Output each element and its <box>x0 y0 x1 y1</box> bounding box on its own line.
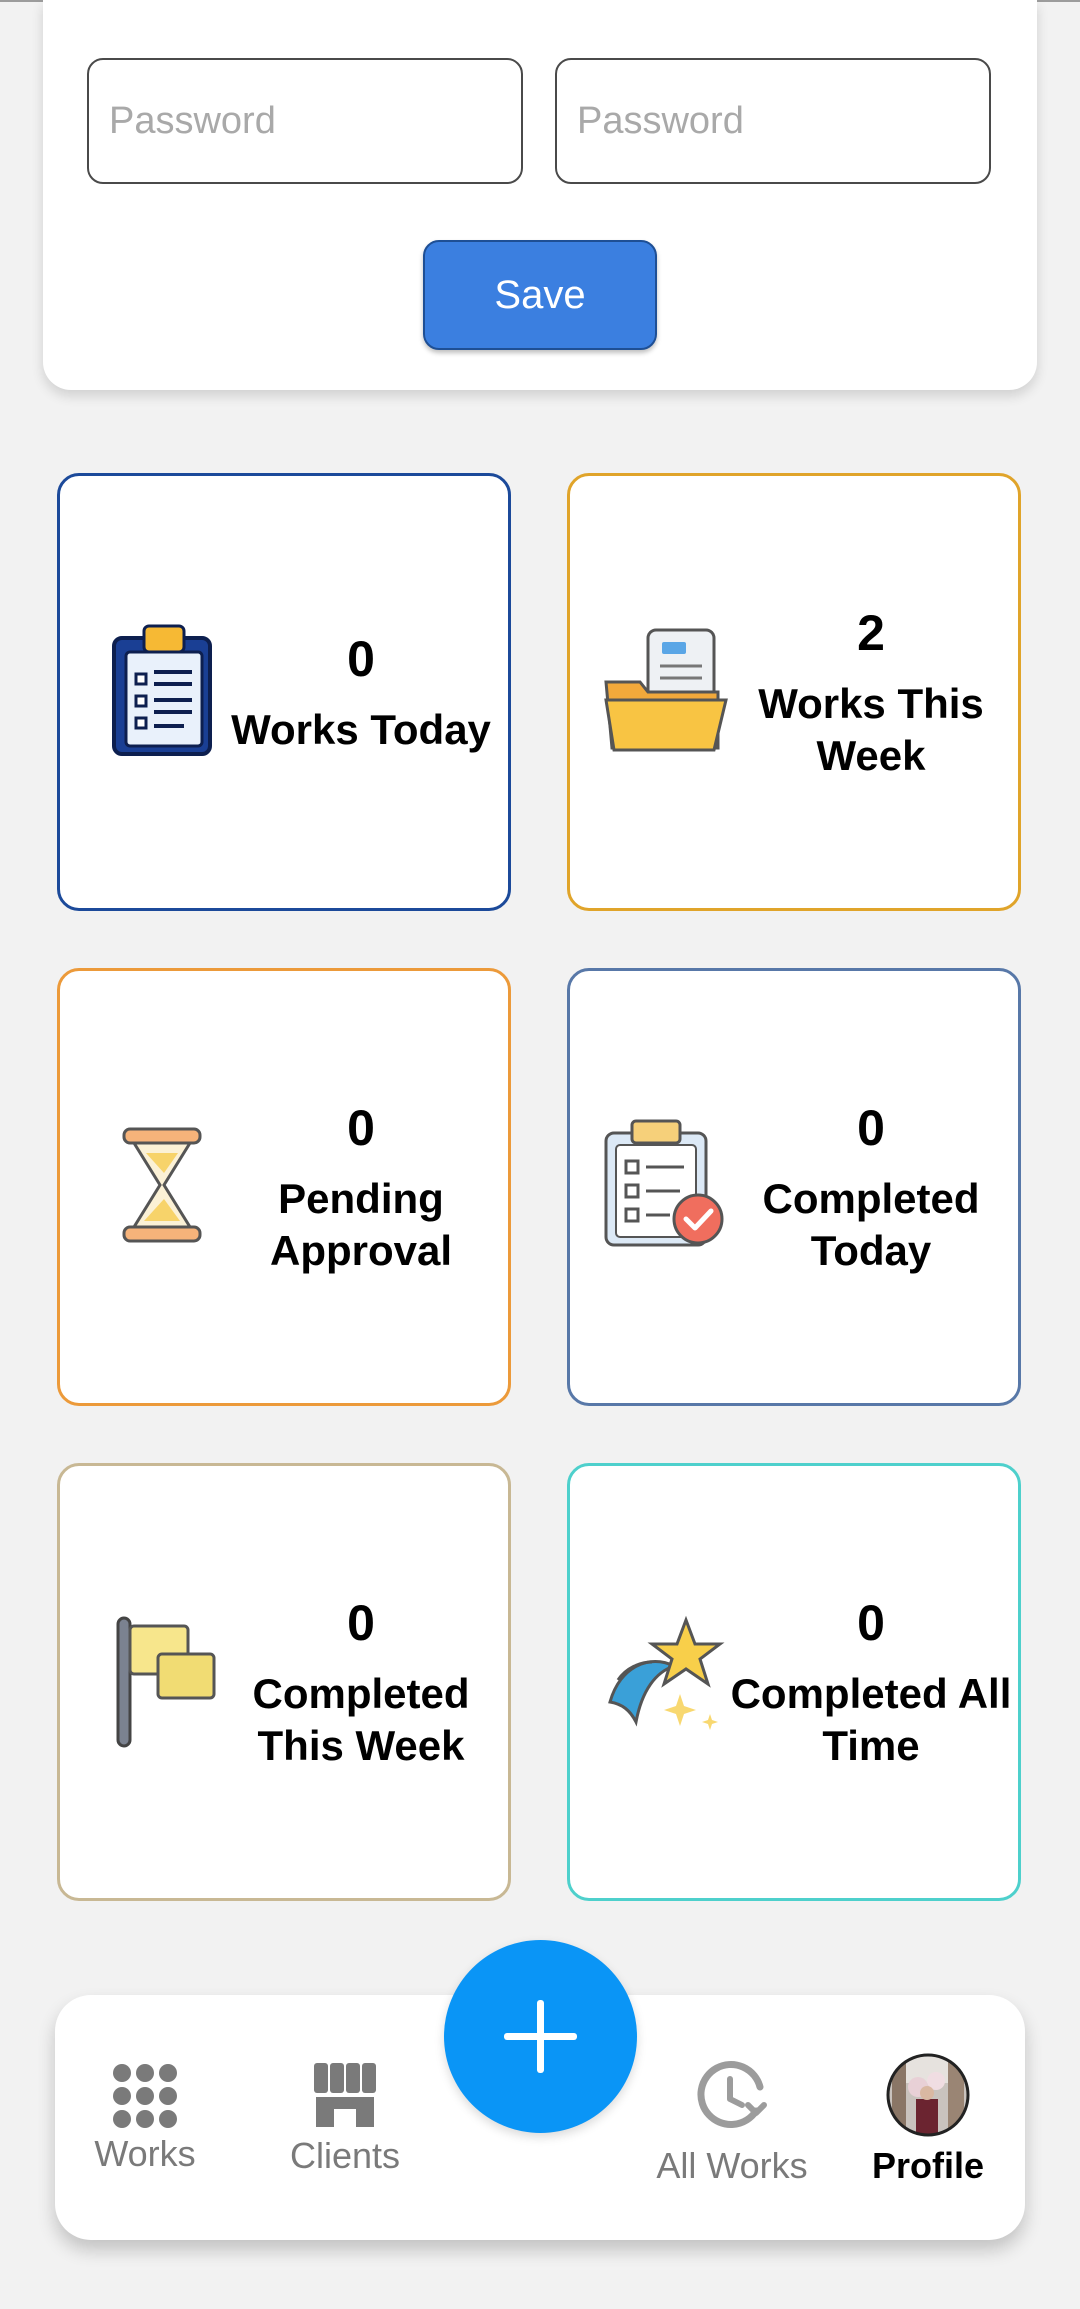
hourglass-icon <box>104 1115 224 1255</box>
stat-card-completed-this-week[interactable]: 0 Completed This Week <box>57 1463 511 1901</box>
nav-item-clients[interactable]: Clients <box>255 1995 435 2240</box>
clipboard-check-icon <box>600 1115 734 1255</box>
stat-card-completed-today[interactable]: 0 Completed Today <box>567 968 1021 1406</box>
stat-card-works-today[interactable]: 0 Works Today <box>57 473 511 911</box>
stat-text: 0 Completed Today <box>730 971 1012 1403</box>
history-clock-icon <box>694 2059 770 2140</box>
nav-item-profile[interactable]: Profile <box>838 1995 1018 2240</box>
stat-value: 0 <box>347 631 375 687</box>
stat-label: Works This Week <box>758 680 984 779</box>
nav-item-works[interactable]: Works <box>55 1995 235 2240</box>
nav-label: Clients <box>289 2135 401 2176</box>
stat-card-works-this-week[interactable]: 2 Works This Week <box>567 473 1021 911</box>
shooting-star-icon <box>600 1610 734 1750</box>
stat-text: 0 Completed This Week <box>220 1466 502 1898</box>
stat-value: 0 <box>347 1100 375 1156</box>
nav-label: Works <box>94 2133 196 2174</box>
stat-card-pending-approval[interactable]: 0 Pending Approval <box>57 968 511 1406</box>
add-work-button[interactable] <box>444 1940 637 2133</box>
confirm-password-input[interactable] <box>555 58 991 184</box>
nav-label: All Works <box>656 2145 808 2186</box>
folder-document-icon <box>600 620 734 760</box>
profile-avatar <box>886 2053 970 2142</box>
stat-value: 2 <box>857 605 885 661</box>
stat-label: Pending Approval <box>269 1175 453 1274</box>
nav-item-all-works[interactable]: All Works <box>642 1995 822 2240</box>
grid-dots-icon <box>112 2063 178 2134</box>
stat-label: Works Today <box>231 706 491 753</box>
stat-text: 0 Works Today <box>220 476 502 908</box>
save-button[interactable]: Save <box>423 240 657 350</box>
stat-card-completed-all-time[interactable]: 0 Completed All Time <box>567 1463 1021 1901</box>
stat-value: 0 <box>347 1595 375 1651</box>
stat-text: 2 Works This Week <box>730 476 1012 908</box>
stat-text: 0 Completed All Time <box>730 1466 1012 1898</box>
password-form-card: Save <box>43 0 1037 390</box>
password-input[interactable] <box>87 58 523 184</box>
stat-label: Completed This Week <box>252 1670 470 1769</box>
stat-label: Completed Today <box>762 1175 980 1274</box>
store-icon <box>312 2061 378 2134</box>
stat-text: 0 Pending Approval <box>220 971 502 1403</box>
stat-label: Completed All Time <box>730 1670 1012 1769</box>
nav-label: Profile <box>871 2145 985 2186</box>
flag-icon <box>104 1610 224 1750</box>
stat-value: 0 <box>857 1595 885 1651</box>
stat-value: 0 <box>857 1100 885 1156</box>
clipboard-list-icon <box>104 620 224 760</box>
